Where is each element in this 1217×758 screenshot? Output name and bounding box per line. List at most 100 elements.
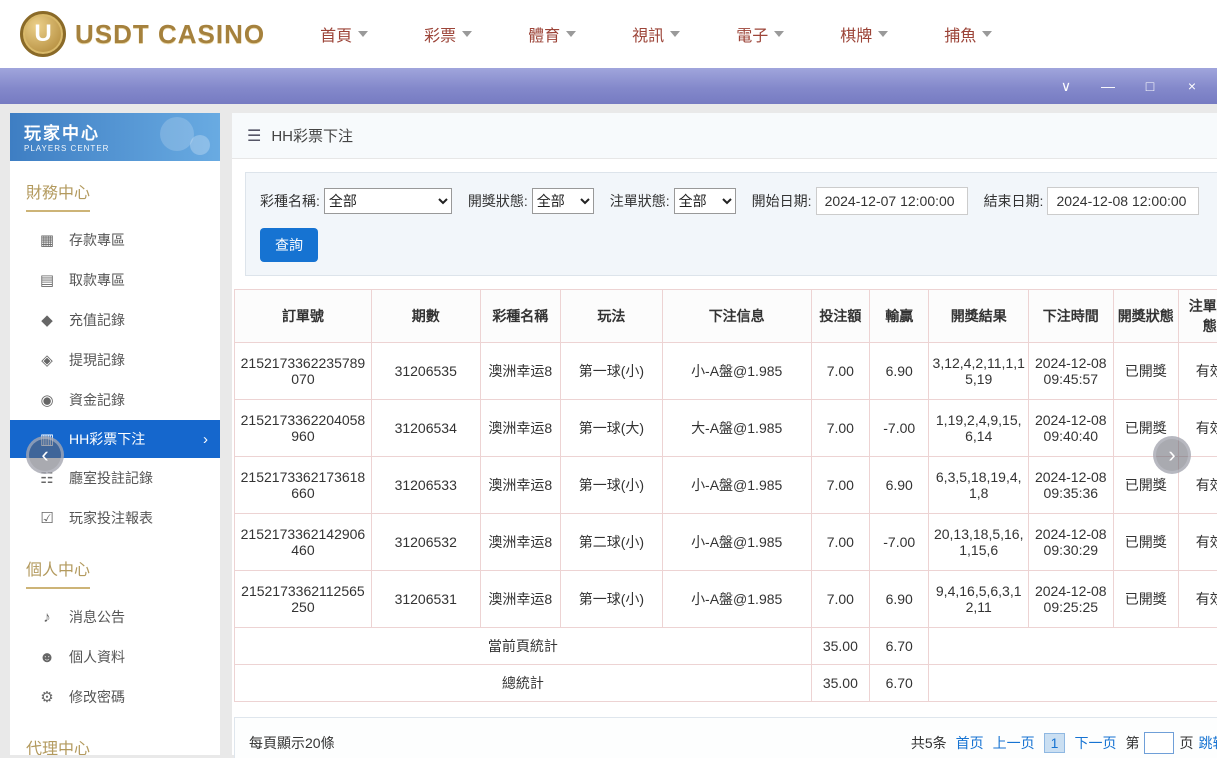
cell-bet-info: 小-A盤@1.985 — [662, 343, 811, 400]
sidebar-item-change-password[interactable]: ⚙ 修改密碼 — [10, 677, 220, 717]
draw-status-label: 開獎狀態: — [468, 191, 528, 211]
table-row: 2152173362235789070 31206535 澳洲幸运8 第一球(小… — [235, 343, 1217, 400]
cell-play-type: 第一球(小) — [561, 571, 663, 628]
col-order-no: 訂單號 — [235, 290, 372, 343]
query-button[interactable]: 查詢 — [260, 228, 318, 262]
table-row: 2152173362142906460 31206532 澳洲幸运8 第二球(小… — [235, 514, 1217, 571]
sidebar-item-label: 廳室投註記錄 — [69, 468, 153, 488]
sidebar-item-recharge-record[interactable]: ◆ 充值記錄 — [10, 300, 220, 340]
nav-item-board-games[interactable]: 棋牌 — [840, 22, 888, 46]
carousel-left-arrow[interactable]: ‹ — [26, 436, 64, 474]
chevron-left-icon: ‹ — [41, 442, 48, 468]
prev-page-link[interactable]: 上一页 — [993, 733, 1035, 753]
collapse-button[interactable]: ∨ — [1057, 79, 1075, 93]
cell-lottery-name: 澳洲幸运8 — [480, 343, 561, 400]
col-bet-amount: 投注額 — [811, 290, 869, 343]
lottery-name-label: 彩種名稱: — [260, 191, 320, 211]
col-bet-info: 下注信息 — [662, 290, 811, 343]
cell-lottery-name: 澳洲幸运8 — [480, 400, 561, 457]
chevron-down-icon — [670, 31, 680, 37]
chevron-right-icon: › — [1168, 442, 1175, 468]
nav-label: 棋牌 — [840, 22, 872, 46]
chevron-down-icon — [774, 31, 784, 37]
sidebar-item-label: 資金記錄 — [69, 390, 125, 410]
table-row: 2152173362204058960 31206534 澳洲幸运8 第一球(大… — [235, 400, 1217, 457]
order-status-select[interactable]: 全部 — [674, 188, 736, 214]
page-jump-group: 第 页 跳转 — [1125, 732, 1217, 754]
sidebar-item-announcements[interactable]: ♪ 消息公告 — [10, 597, 220, 637]
workspace: 玩家中心 PLAYERS CENTER 財務中心 ▦ 存款專區 ▤ 取款專區 ◆… — [0, 104, 1217, 758]
maximize-button[interactable]: □ — [1141, 79, 1159, 93]
sidebar-item-withdraw-record[interactable]: ◈ 提現記錄 — [10, 340, 220, 380]
cell-draw-result: 9,4,16,5,6,3,12,11 — [929, 571, 1029, 628]
next-page-link[interactable]: 下一页 — [1074, 733, 1116, 753]
jump-suffix-label: 页 — [1179, 733, 1193, 753]
cell-draw-result: 3,12,4,2,11,1,15,19 — [929, 343, 1029, 400]
logo[interactable]: U USDT CASINO — [20, 11, 265, 57]
col-play-type: 玩法 — [561, 290, 663, 343]
cell-period: 31206534 — [371, 400, 480, 457]
report-icon: ☑ — [38, 509, 56, 527]
bell-icon: ♪ — [38, 609, 56, 626]
nav-item-live-video[interactable]: 視訊 — [632, 22, 680, 46]
draw-status-select[interactable]: 全部 — [532, 188, 594, 214]
cell-order-status: 有效 — [1178, 514, 1217, 571]
col-period: 期數 — [371, 290, 480, 343]
col-win-loss: 輸贏 — [870, 290, 929, 343]
nav-item-slots[interactable]: 電子 — [736, 22, 784, 46]
recharge-record-icon: ◆ — [38, 311, 56, 329]
table-row: 2152173362112565250 31206531 澳洲幸运8 第一球(小… — [235, 571, 1217, 628]
order-status-label: 注單狀態: — [610, 191, 670, 211]
carousel-right-arrow[interactable]: › — [1153, 436, 1191, 474]
sidebar: 玩家中心 PLAYERS CENTER 財務中心 ▦ 存款專區 ▤ 取款專區 ◆… — [10, 113, 220, 755]
start-date-input[interactable] — [816, 187, 968, 215]
cell-play-type: 第二球(小) — [561, 514, 663, 571]
nav-item-fishing[interactable]: 捕魚 — [944, 22, 992, 46]
total-summary-empty — [929, 665, 1217, 702]
current-page[interactable]: 1 — [1044, 733, 1066, 753]
funds-record-icon: ◉ — [38, 391, 56, 409]
col-draw-status: 開獎狀態 — [1113, 290, 1178, 343]
nav-item-lottery[interactable]: 彩票 — [424, 22, 472, 46]
cell-period: 31206535 — [371, 343, 480, 400]
sidebar-header: 玩家中心 PLAYERS CENTER — [10, 113, 220, 161]
sidebar-item-deposit[interactable]: ▦ 存款專區 — [10, 220, 220, 260]
chevron-down-icon — [358, 31, 368, 37]
header-decoration — [160, 117, 194, 151]
nav-item-sports[interactable]: 體育 — [528, 22, 576, 46]
gear-icon: ⚙ — [38, 688, 56, 706]
sidebar-item-withdraw[interactable]: ▤ 取款專區 — [10, 260, 220, 300]
jump-button[interactable]: 跳转 — [1198, 733, 1217, 753]
sidebar-item-player-bet-report[interactable]: ☑ 玩家投注報表 — [10, 498, 220, 538]
cell-bet-amount: 7.00 — [811, 400, 869, 457]
page-header: ☰ HH彩票下注 — [232, 113, 1217, 159]
sidebar-item-profile[interactable]: ☻ 個人資料 — [10, 637, 220, 677]
section-title-finance: 財務中心 — [26, 179, 220, 212]
page-summary-bet: 35.00 — [811, 628, 869, 665]
logo-badge-icon: U — [20, 11, 66, 57]
cell-order-no: 2152173362204058960 — [235, 400, 372, 457]
first-page-link[interactable]: 首页 — [956, 733, 984, 753]
cell-bet-info: 大-A盤@1.985 — [662, 400, 811, 457]
sidebar-item-label: 充值記錄 — [69, 310, 125, 330]
cell-bet-time: 2024-12-08 09:35:36 — [1029, 457, 1114, 514]
lottery-select[interactable]: 全部 — [324, 188, 452, 214]
bets-table-wrap: 訂單號 期數 彩種名稱 玩法 下注信息 投注額 輸贏 開獎結果 下注時間 開獎狀… — [234, 289, 1217, 702]
cell-period: 31206532 — [371, 514, 480, 571]
page-jump-input[interactable] — [1144, 732, 1174, 754]
cell-win-loss: 6.90 — [870, 571, 929, 628]
cell-bet-info: 小-A盤@1.985 — [662, 571, 811, 628]
end-date-input[interactable] — [1047, 187, 1199, 215]
sidebar-item-funds-record[interactable]: ◉ 資金記錄 — [10, 380, 220, 420]
cell-order-status: 有效 — [1178, 571, 1217, 628]
cell-draw-result: 1,19,2,4,9,15,6,14 — [929, 400, 1029, 457]
nav-item-home[interactable]: 首頁 — [320, 22, 368, 46]
sidebar-item-label: 個人資料 — [69, 647, 125, 667]
cell-bet-amount: 7.00 — [811, 343, 869, 400]
minimize-button[interactable]: — — [1099, 79, 1117, 93]
nav-label: 電子 — [736, 22, 768, 46]
hamburger-menu-icon[interactable]: ☰ — [247, 126, 261, 146]
cell-win-loss: 6.90 — [870, 343, 929, 400]
header-decoration — [190, 135, 210, 155]
close-button[interactable]: × — [1183, 79, 1201, 93]
